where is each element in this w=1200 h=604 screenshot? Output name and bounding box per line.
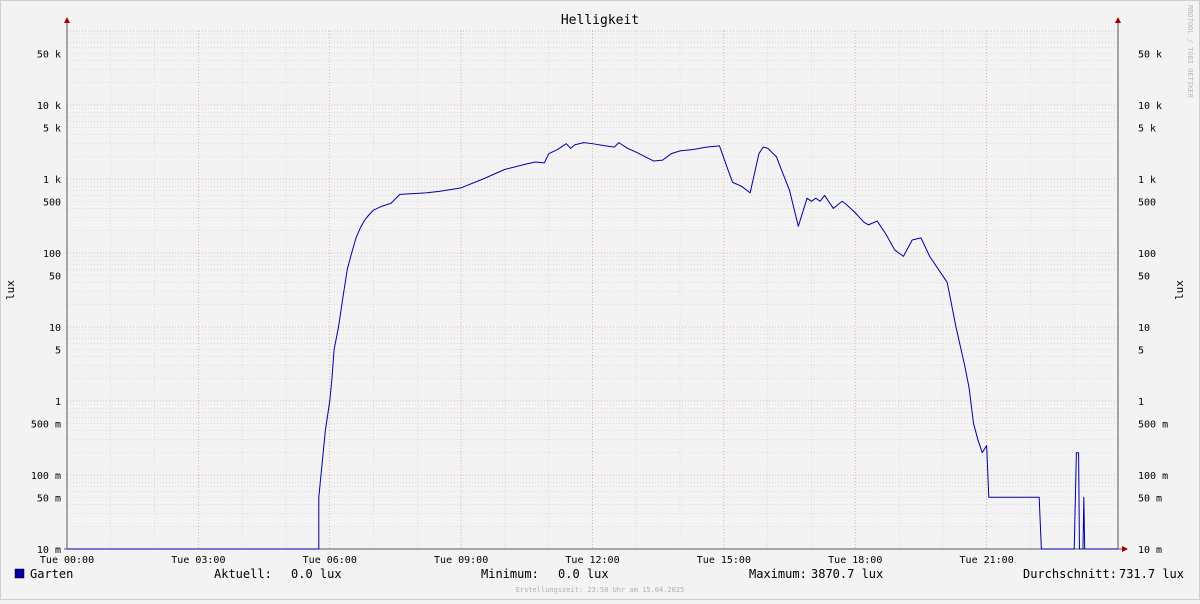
y-tick-labels-left: 10 m50 m100 m500 m1510501005001 k5 k10 k…	[31, 49, 61, 556]
legend-swatch	[14, 568, 25, 579]
rrdtool-watermark: RRDTOOL / TOBI OETIKER	[1186, 5, 1194, 99]
y-tick-label-left: 1	[55, 397, 61, 408]
x-tick-label: Tue 18:00	[828, 555, 882, 566]
y-tick-label-left: 5	[55, 345, 61, 356]
legend: Garten Aktuell: 0.0 lux Minimum: 0.0 lux…	[14, 567, 1184, 581]
legend-minimum-label: Minimum:	[481, 567, 539, 581]
y-tick-label-left: 50	[49, 271, 61, 282]
y-tick-label-right: 500 m	[1138, 419, 1168, 430]
x-tick-label: Tue 12:00	[565, 555, 619, 566]
x-axis-arrow	[1122, 546, 1128, 552]
legend-durchschnitt-label: Durchschnitt:	[1023, 567, 1117, 581]
y-tick-label-right: 5	[1138, 345, 1144, 356]
y-tick-label-left: 50 m	[37, 493, 61, 504]
y-tick-label-right: 50	[1138, 271, 1150, 282]
y-tick-label-right: 50 m	[1138, 493, 1162, 504]
legend-series-name: Garten	[30, 567, 73, 581]
x-tick-label: Tue 03:00	[171, 555, 225, 566]
legend-maximum-label: Maximum:	[749, 567, 807, 581]
y-tick-label-left: 100	[43, 249, 61, 260]
legend-minimum-value: 0.0 lux	[558, 567, 609, 581]
chart-axes	[64, 17, 1128, 552]
y-tick-label-left: 500	[43, 197, 61, 208]
y-tick-label-right: 50 k	[1138, 49, 1162, 60]
creation-time-footer: Erstellungszeit: 23:58 Uhr am 15.04.2025	[516, 586, 685, 594]
x-tick-label: Tue 15:00	[697, 555, 751, 566]
y-tick-label-right: 100	[1138, 249, 1156, 260]
series-layer	[67, 142, 1118, 550]
y-axis-right-arrow	[1115, 17, 1121, 23]
y-tick-labels-right: 10 m 50 m 100 m 500 m 1 5 10 50 100 500 1 k 5 k 10 k…	[1138, 49, 1168, 556]
y-tick-label-right: 10 m	[1138, 545, 1162, 556]
y-tick-label-right: 10 k	[1138, 101, 1162, 112]
legend-maximum-value: 3870.7 lux	[811, 567, 883, 581]
y-axis-left-arrow	[64, 17, 70, 23]
y-tick-label-right: 1 k	[1138, 175, 1156, 186]
y-axis-label-left: lux	[4, 280, 17, 300]
y-tick-label-left: 50 k	[37, 49, 61, 60]
series-line-garten	[67, 142, 1118, 550]
x-tick-label: Tue 06:00	[303, 555, 357, 566]
y-tick-label-right: 500	[1138, 197, 1156, 208]
x-tick-label: Tue 09:00	[434, 555, 488, 566]
legend-aktuell-label: Aktuell:	[214, 567, 272, 581]
chart-frame: Helligkeit lux lux RRDTOOL / TOBI OETIKE…	[0, 0, 1200, 600]
y-tick-label-left: 500 m	[31, 419, 61, 430]
y-tick-label-right: 10	[1138, 323, 1150, 334]
y-axis-label-right: lux	[1173, 280, 1186, 300]
y-tick-label-right: 100 m	[1138, 471, 1168, 482]
brightness-chart: Helligkeit lux lux RRDTOOL / TOBI OETIKE…	[4, 5, 1194, 594]
x-tick-label: Tue 00:00	[40, 555, 94, 566]
chart-title: Helligkeit	[561, 13, 639, 28]
legend-durchschnitt-value: 731.7 lux	[1119, 567, 1184, 581]
y-tick-label-left: 5 k	[43, 123, 61, 134]
legend-aktuell-value: 0.0 lux	[291, 567, 342, 581]
y-tick-label-left: 10	[49, 323, 61, 334]
major-grid	[67, 30, 1118, 550]
x-tick-labels: Tue 00:00 Tue 03:00 Tue 06:00 Tue 09:00 Tue …	[40, 555, 1014, 566]
y-tick-label-right: 1	[1138, 397, 1144, 408]
y-tick-label-left: 10 k	[37, 101, 61, 112]
y-tick-label-left: 100 m	[31, 471, 61, 482]
y-tick-label-left: 1 k	[43, 175, 61, 186]
y-tick-label-right: 5 k	[1138, 123, 1156, 134]
x-tick-label: Tue 21:00	[960, 555, 1014, 566]
